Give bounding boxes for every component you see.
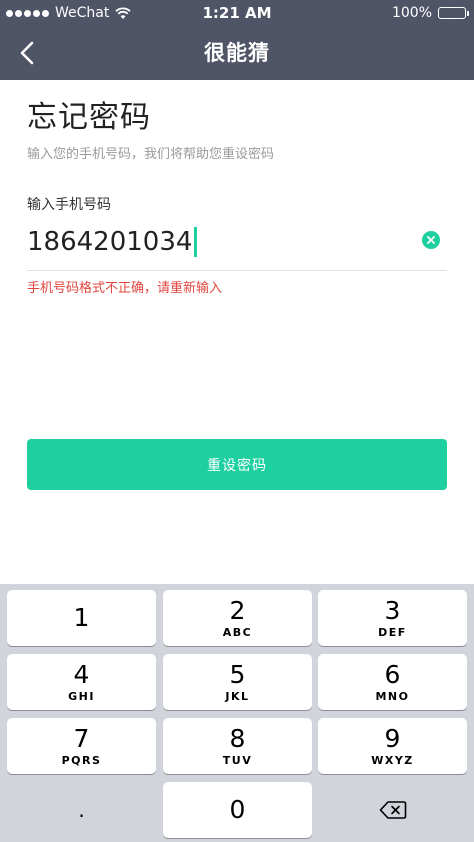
key-digit: 2 [229,595,246,625]
key-digit: 7 [73,723,90,753]
numeric-keypad: 1 2 ABC 3 DEF 4 GHI 5 JKL 6 MNO 7 PQRS 8… [0,584,474,842]
key-digit: 0 [229,795,246,824]
key-digit: 5 [229,659,246,689]
key-1[interactable]: 1 [7,590,156,646]
status-right: 100% [391,0,469,26]
key-8[interactable]: 8 TUV [163,718,312,774]
key-digit: 1 [73,603,90,632]
page-subtitle: 输入您的手机号码，我们将帮助您重设密码 [27,147,275,162]
key-4[interactable]: 4 GHI [7,654,156,710]
key-letters: MNO [375,689,410,703]
phone-value: 1864201034 [27,227,193,257]
error-message: 手机号码格式不正确，请重新输入 [27,281,223,296]
key-digit: 3 [384,595,401,625]
backspace-icon [379,801,406,819]
nav-bar: 很能猜 [0,26,474,80]
clear-input-button[interactable] [422,231,440,249]
clear-circle-icon [427,236,435,244]
status-bar: WeChat 1:21 AM 100% [0,0,474,26]
key-letters: TUV [222,753,253,767]
battery-percent: 100% [391,5,432,21]
key-digit: 6 [384,659,401,689]
key-digit: 9 [384,723,401,753]
key-delete[interactable] [318,782,467,838]
input-underline [27,270,447,271]
key-0[interactable]: 0 [163,782,312,838]
key-decimal[interactable]: . [7,782,156,838]
key-letters: GHI [68,689,95,703]
key-letters: PQRS [61,753,102,767]
key-letters: WXYZ [371,753,414,767]
key-3[interactable]: 3 DEF [318,590,467,646]
reset-password-button[interactable]: 重设密码 [27,439,447,490]
nav-title: 很能猜 [204,41,270,65]
key-digit: . [78,798,85,822]
key-letters: JKL [225,689,250,703]
phone-label: 输入手机号码 [27,197,111,213]
text-caret [194,227,198,257]
key-5[interactable]: 5 JKL [163,654,312,710]
key-letters: ABC [222,625,253,639]
page-title: 忘记密码 [27,100,151,135]
key-9[interactable]: 9 WXYZ [318,718,467,774]
battery-icon [438,7,469,19]
key-digit: 8 [229,723,246,753]
phone-input[interactable]: 1864201034 [27,222,417,262]
key-7[interactable]: 7 PQRS [7,718,156,774]
key-6[interactable]: 6 MNO [318,654,467,710]
key-letters: DEF [378,625,407,639]
key-2[interactable]: 2 ABC [163,590,312,646]
key-digit: 4 [73,659,90,689]
